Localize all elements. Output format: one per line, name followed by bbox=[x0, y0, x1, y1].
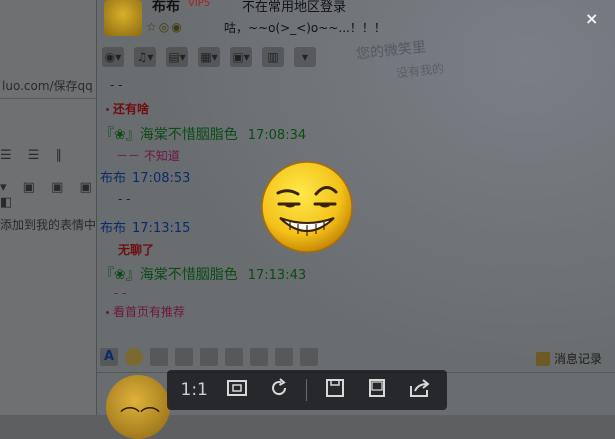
message-text: 看首页有推荐 bbox=[113, 305, 186, 319]
message-text: －－ 不知道 bbox=[116, 149, 180, 163]
emoji-face-icon: ⌒⌒ bbox=[120, 405, 160, 429]
gif-icon[interactable] bbox=[175, 348, 193, 366]
message-record-label: 消息记录 bbox=[554, 352, 603, 366]
input-toolbar: A bbox=[100, 348, 318, 366]
skin-deco-text: 您的微笑里 bbox=[355, 39, 427, 63]
rotate-icon[interactable] bbox=[264, 377, 294, 403]
contact-signature: 咕，~~o(>_<)o~~...！！！ bbox=[224, 21, 386, 35]
message-time: 17:13:15 bbox=[132, 221, 191, 236]
fit-window-icon[interactable] bbox=[222, 379, 252, 402]
smirk-emoji-preview bbox=[261, 161, 353, 253]
image-icon[interactable] bbox=[250, 348, 268, 366]
skin-deco-text-2: 没有我的 bbox=[395, 61, 445, 81]
shake-icon[interactable] bbox=[150, 348, 168, 366]
background-text-fragment: 添加到我的表情中 bbox=[0, 218, 97, 232]
message-record-button[interactable]: 消息记录 bbox=[536, 350, 602, 367]
message-text: 无聊了 bbox=[118, 243, 155, 257]
sender-name[interactable]: 布布 bbox=[100, 221, 126, 236]
message-line: 还有啥 bbox=[106, 100, 149, 117]
input-area-emoji: ⌒⌒ bbox=[106, 375, 170, 439]
sender-line: 布布 17:13:15 bbox=[100, 217, 190, 236]
message-time: 17:08:34 bbox=[247, 128, 307, 143]
background-toolbar-row-2: ▾ ▣ ▣ ▣ ◧ bbox=[0, 180, 98, 210]
message-line: 看首页有推荐 bbox=[106, 303, 185, 320]
background-url-fragment: luo.com/保存qq bbox=[2, 79, 93, 93]
emoji-icon[interactable] bbox=[125, 348, 143, 366]
sender-line: 『❀』海棠不惜胭脂色 17:13:43 bbox=[100, 264, 306, 284]
message-line: －－ 不知道 bbox=[116, 147, 180, 164]
message-line: 无聊了 bbox=[118, 241, 154, 258]
bullet bbox=[106, 311, 109, 314]
chat-window-border bbox=[96, 0, 97, 415]
screenshot-icon[interactable] bbox=[300, 348, 318, 366]
chat-window: 布布 VIP5 不在常用地区登录 ☆◎◉ 咕，~~o(>_<)o~~...！！！… bbox=[96, 0, 615, 439]
contact-avatar[interactable] bbox=[104, 0, 142, 36]
background-divider bbox=[0, 98, 100, 99]
share-icon[interactable] bbox=[405, 378, 435, 403]
background-browser-panel: luo.com/保存qq ☰ ☰ ∥ ▾ ▣ ▣ ▣ ◧ 添加到我的表情中 bbox=[0, 0, 100, 415]
message-text: - - bbox=[114, 286, 127, 300]
open-icon[interactable] bbox=[362, 378, 392, 403]
toolbar-separator bbox=[306, 379, 308, 401]
signature-icons: ☆◎◉ bbox=[146, 20, 184, 34]
mic-icon[interactable]: ♫▾ bbox=[134, 47, 156, 67]
message-time: 17:08:53 bbox=[132, 171, 191, 186]
contact-nickname: 布布 bbox=[152, 0, 180, 15]
region-notice: 不在常用地区登录 bbox=[242, 0, 347, 15]
voice-icon[interactable] bbox=[200, 348, 218, 366]
sender-name[interactable]: 布布 bbox=[100, 171, 126, 186]
sender-line: 『❀』海棠不惜胭脂色 17:08:34 bbox=[100, 124, 306, 144]
message-text: - - bbox=[118, 192, 131, 206]
remote-desktop-icon[interactable]: ▥ bbox=[262, 47, 284, 67]
add-app-icon[interactable]: ▦▾ bbox=[198, 47, 220, 67]
close-icon[interactable]: × bbox=[585, 9, 598, 28]
message-record-icon bbox=[536, 351, 550, 366]
message-line: - - bbox=[114, 286, 126, 300]
actual-size-button[interactable]: 1:1 bbox=[179, 380, 209, 400]
sender-name[interactable]: 『❀』海棠不惜胭脂色 bbox=[100, 127, 238, 143]
draw-icon[interactable] bbox=[225, 348, 243, 366]
chat-toolbar: ◉▾ ♫▾ ▤▾ ▦▾ ▣▾ ▥ ▾ bbox=[102, 44, 316, 70]
music-icon[interactable] bbox=[275, 348, 293, 366]
image-viewer-toolbar: 1:1 bbox=[167, 370, 447, 410]
save-icon[interactable] bbox=[320, 378, 350, 403]
bullet bbox=[106, 108, 109, 111]
folder-icon[interactable]: ▤▾ bbox=[166, 47, 188, 67]
sender-line: 布布 17:08:53 bbox=[100, 167, 190, 186]
more-icon[interactable]: ▾ bbox=[294, 47, 316, 67]
camera-icon[interactable]: ◉▾ bbox=[102, 47, 124, 67]
message-text: - - bbox=[110, 78, 123, 92]
sender-name[interactable]: 『❀』海棠不惜胭脂色 bbox=[100, 267, 238, 283]
message-time: 17:13:43 bbox=[247, 268, 307, 283]
vip-badge: VIP5 bbox=[188, 0, 211, 9]
message-text: 还有啥 bbox=[113, 102, 150, 116]
font-icon[interactable]: A bbox=[100, 348, 118, 366]
background-toolbar-row-1: ☰ ☰ ∥ bbox=[0, 148, 69, 163]
screen-share-icon[interactable]: ▣▾ bbox=[230, 47, 252, 67]
